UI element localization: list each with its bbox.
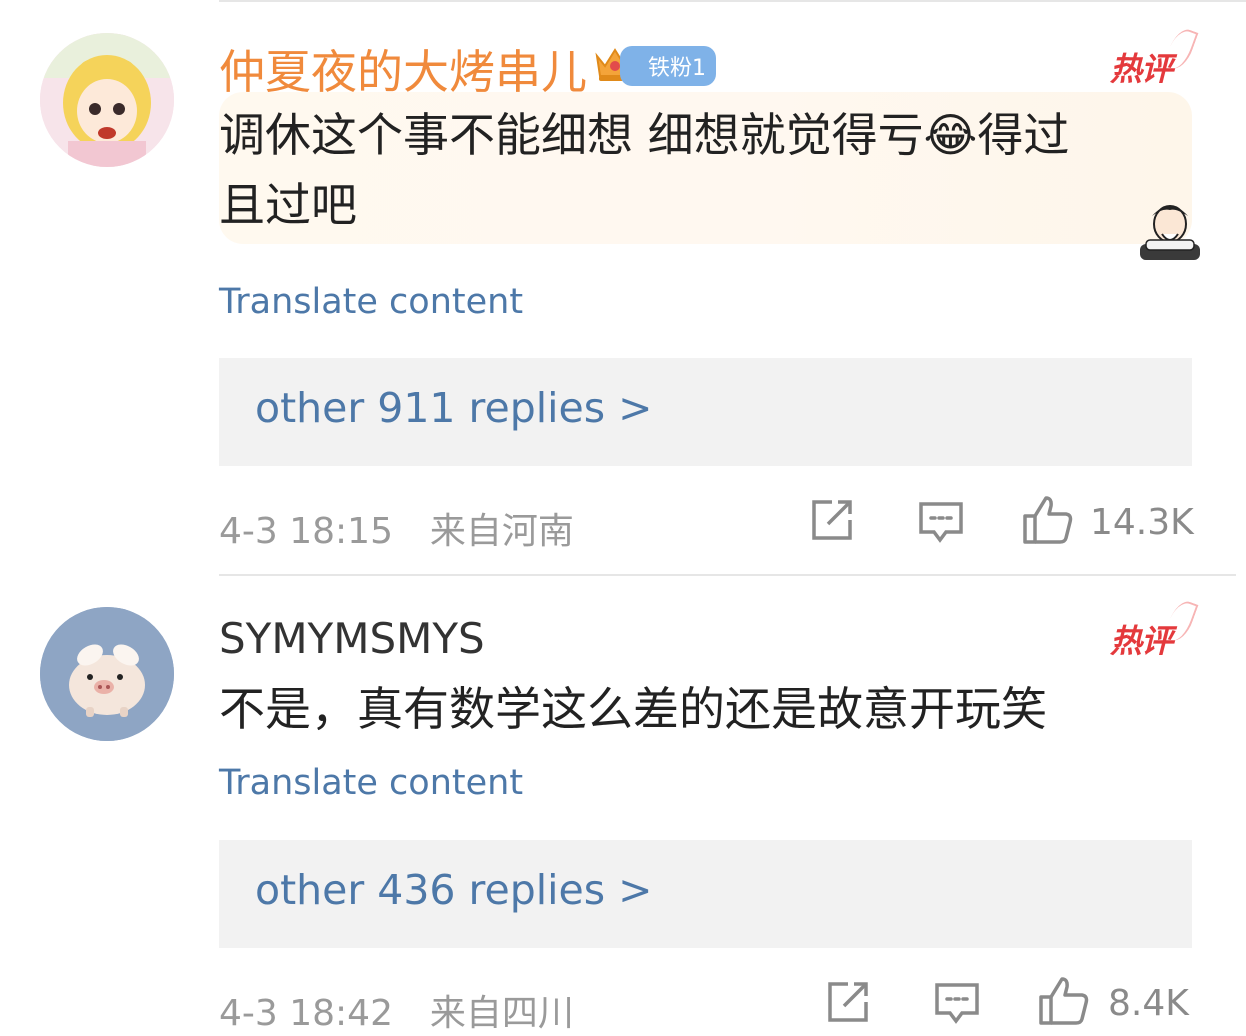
top-divider [219, 0, 1246, 2]
thumbs-up-icon[interactable] [1022, 494, 1074, 546]
share-icon[interactable] [824, 980, 872, 1026]
hot-comment-label: 热评 [1110, 50, 1173, 88]
share-icon[interactable] [808, 498, 856, 544]
translate-content-link[interactable]: Translate content [219, 763, 523, 803]
comment-icon[interactable] [934, 981, 980, 1027]
thumbs-up-icon[interactable] [1038, 975, 1090, 1027]
replies-box[interactable]: other 436 replies > [219, 840, 1192, 948]
comment-text: 调休这个事不能细想 细想就觉得亏😂得过 且过吧 [219, 100, 1179, 240]
comment-meta: 4-3 18:42 来自四川 [219, 984, 574, 1036]
replies-box[interactable]: other 911 replies > [219, 358, 1192, 466]
comment-text-line-1-tail: 得过 [977, 108, 1070, 162]
laughing-crying-emoji-icon: 😂 [923, 108, 978, 162]
hot-comment-label: 热评 [1110, 622, 1173, 660]
comment-divider [219, 574, 1236, 576]
comment-meta: 4-3 18:15 来自河南 [219, 502, 574, 554]
replies-link[interactable]: other 436 replies > [255, 866, 653, 914]
comment-location: 来自河南 [429, 511, 574, 552]
avatar-image [40, 33, 174, 167]
username[interactable]: SYMYMSMYS [219, 614, 485, 663]
flame-decoration-icon [1163, 25, 1199, 73]
like-count: 8.4K [1108, 983, 1189, 1024]
comment-location: 来自四川 [429, 993, 574, 1034]
flame-decoration-icon [1163, 597, 1199, 645]
avatar-image [40, 607, 174, 741]
translate-content-link[interactable]: Translate content [219, 282, 523, 322]
comment-icon[interactable] [918, 500, 964, 546]
fan-badge[interactable]: 铁粉1 [620, 46, 716, 86]
like-count: 14.3K [1090, 502, 1194, 543]
comment-text-line-1: 调休这个事不能细想 细想就觉得亏 [219, 108, 924, 162]
replies-link[interactable]: other 911 replies > [255, 384, 653, 432]
comment-text-line-2: 且过吧 [219, 178, 357, 232]
avatar[interactable] [40, 33, 174, 167]
comment-text: 不是，真有数学这么差的还是故意开玩笑 [219, 682, 1047, 736]
comment-time: 4-3 18:42 [219, 993, 393, 1034]
comment-time: 4-3 18:15 [219, 511, 393, 552]
avatar[interactable] [40, 607, 174, 741]
sticker-character-icon [1136, 196, 1208, 264]
